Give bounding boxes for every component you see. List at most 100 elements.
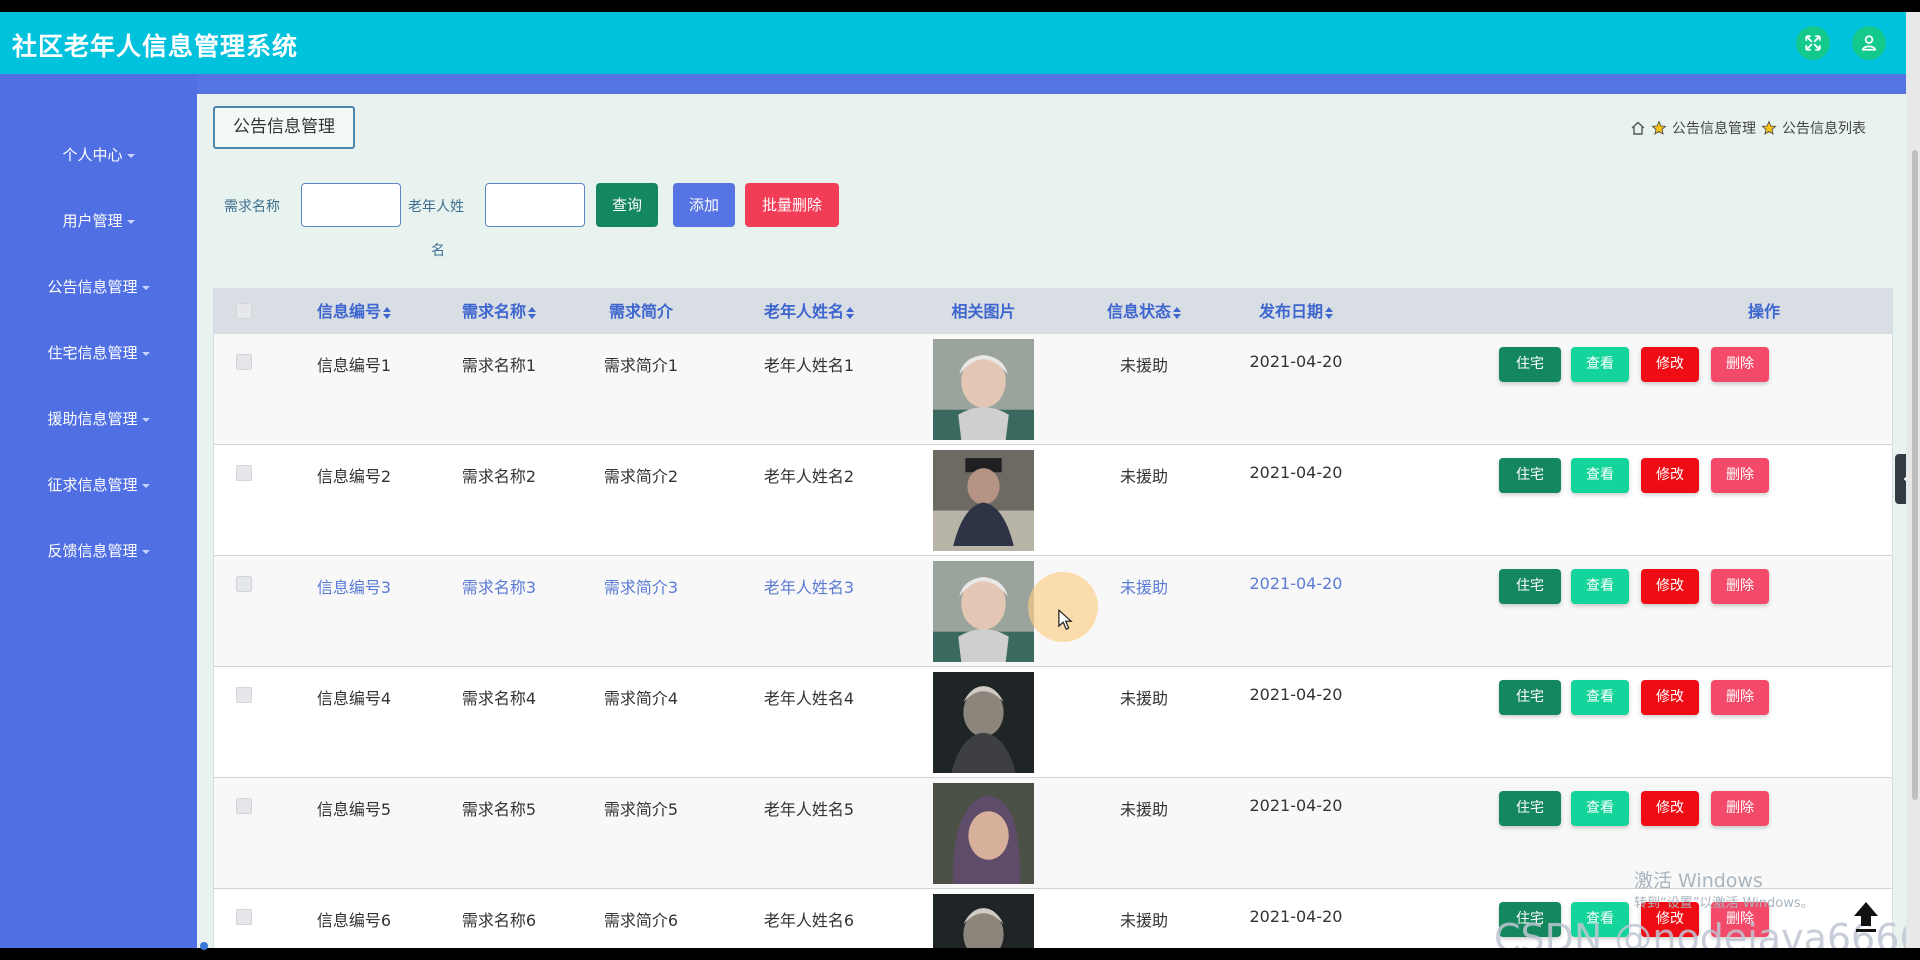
house-button[interactable]: 住宅 [1499, 569, 1561, 604]
cell-intro: 需求简介3 [603, 578, 679, 597]
cell-date: 2021-04-20 [1249, 907, 1343, 926]
row-checkbox[interactable] [236, 687, 252, 703]
cell-status: 未援助 [1119, 356, 1168, 375]
cell-status: 未援助 [1119, 911, 1168, 930]
column-header-label: 发布日期 [1258, 302, 1323, 321]
delete-button[interactable]: 删除 [1711, 680, 1769, 715]
elder-name-input[interactable] [485, 183, 585, 227]
column-header-id[interactable]: 信息编号 [289, 289, 419, 334]
cell-date: 2021-04-20 [1249, 352, 1343, 371]
breadcrumb-item[interactable]: 公告信息管理 [1672, 118, 1756, 138]
house-button[interactable]: 住宅 [1499, 791, 1561, 826]
column-header-elder[interactable]: 老年人姓名 [729, 289, 889, 334]
sort-icon[interactable] [528, 306, 536, 319]
elder-photo[interactable] [933, 672, 1034, 773]
sidebar-item-solicit-management[interactable]: 征求信息管理 [0, 470, 197, 500]
sidebar-item-housing-management[interactable]: 住宅信息管理 [0, 338, 197, 368]
top-bar: 社区老年人信息管理系统 [0, 12, 1906, 74]
sidebar-item-label: 征求信息管理 [47, 476, 138, 494]
cell-name: 需求名称5 [461, 800, 537, 819]
breadcrumb: 公告信息管理 公告信息列表 [1630, 118, 1866, 138]
edit-button[interactable]: 修改 [1641, 791, 1699, 826]
sort-icon[interactable] [846, 306, 854, 319]
column-header-ops: 操作 [1747, 302, 1780, 321]
cell-elder: 老年人姓名4 [763, 689, 855, 708]
scrollbar-thumb[interactable] [1912, 150, 1918, 800]
column-header-label: 信息状态 [1106, 302, 1171, 321]
house-button[interactable]: 住宅 [1499, 680, 1561, 715]
query-button[interactable]: 查询 [596, 183, 658, 227]
activate-windows-title: 激活 Windows [1634, 870, 1763, 892]
column-header-name[interactable]: 需求名称 [434, 289, 564, 334]
home-icon[interactable] [1630, 120, 1646, 136]
cell-date: 2021-04-20 [1249, 685, 1343, 704]
cell-name: 需求名称3 [461, 578, 537, 597]
sort-icon[interactable] [1325, 306, 1333, 319]
cell-name: 需求名称6 [461, 911, 537, 930]
chevron-down-icon [126, 219, 135, 224]
app-window: 社区老年人信息管理系统 个人中心 用户管理 公告信息管理 住宅信息管理 援助信息… [0, 12, 1906, 948]
elder-photo[interactable] [933, 894, 1034, 948]
house-button[interactable]: 住宅 [1499, 458, 1561, 493]
page-title-tag[interactable]: 公告信息管理 [213, 106, 355, 149]
column-header-label: 信息编号 [316, 302, 381, 321]
back-to-top-icon[interactable] [1846, 896, 1886, 936]
cell-intro: 需求简介6 [603, 911, 679, 930]
sidebar-item-personal-center[interactable]: 个人中心 [0, 140, 197, 170]
sidebar-item-user-management[interactable]: 用户管理 [0, 206, 197, 236]
cell-elder: 老年人姓名6 [763, 911, 855, 930]
sort-icon[interactable] [1173, 306, 1181, 319]
delete-button[interactable]: 删除 [1711, 458, 1769, 493]
sidebar: 个人中心 用户管理 公告信息管理 住宅信息管理 援助信息管理 征求信息管理 反馈… [0, 74, 197, 948]
row-checkbox[interactable] [236, 798, 252, 814]
elder-photo[interactable] [933, 450, 1034, 551]
cell-status: 未援助 [1119, 467, 1168, 486]
edit-button[interactable]: 修改 [1641, 680, 1699, 715]
sidebar-item-aid-management[interactable]: 援助信息管理 [0, 404, 197, 434]
edit-button[interactable]: 修改 [1641, 347, 1699, 382]
elder-photo[interactable] [933, 783, 1034, 884]
delete-button[interactable]: 删除 [1711, 569, 1769, 604]
delete-button[interactable]: 删除 [1711, 347, 1769, 382]
edit-button[interactable]: 修改 [1641, 569, 1699, 604]
view-button[interactable]: 查看 [1571, 791, 1629, 826]
row-checkbox[interactable] [236, 354, 252, 370]
edit-button[interactable]: 修改 [1641, 458, 1699, 493]
cell-date: 2021-04-20 [1249, 796, 1343, 815]
csdn-watermark: CSDN @nodejava666666 [1494, 916, 1906, 948]
cell-elder: 老年人姓名2 [763, 467, 855, 486]
elder-photo[interactable] [933, 339, 1034, 440]
add-button[interactable]: 添加 [673, 183, 735, 227]
view-button[interactable]: 查看 [1571, 347, 1629, 382]
view-button[interactable]: 查看 [1571, 680, 1629, 715]
select-all-checkbox[interactable] [236, 303, 252, 319]
column-header-status[interactable]: 信息状态 [1079, 289, 1209, 334]
view-button[interactable]: 查看 [1571, 458, 1629, 493]
row-checkbox[interactable] [236, 576, 252, 592]
row-checkbox[interactable] [236, 909, 252, 925]
cell-intro: 需求简介1 [603, 356, 679, 375]
house-button[interactable]: 住宅 [1499, 347, 1561, 382]
row-checkbox[interactable] [236, 465, 252, 481]
column-header-date[interactable]: 发布日期 [1226, 289, 1366, 334]
cell-id: 信息编号3 [316, 578, 392, 597]
user-icon[interactable] [1852, 26, 1886, 60]
column-header-intro: 需求简介 [608, 302, 673, 321]
elder-photo[interactable] [933, 561, 1034, 662]
cell-id: 信息编号6 [316, 911, 392, 930]
sidebar-item-notice-management[interactable]: 公告信息管理 [0, 272, 197, 302]
cell-elder: 老年人姓名3 [763, 578, 855, 597]
fullscreen-icon[interactable] [1796, 26, 1830, 60]
delete-button[interactable]: 删除 [1711, 791, 1769, 826]
table-row[interactable]: 信息编号2 需求名称2 需求简介2 老年人姓名2 未援助 2021-04-20 … [214, 445, 1892, 556]
demand-name-label: 需求名称 [224, 199, 280, 215]
batch-delete-button[interactable]: 批量删除 [745, 183, 839, 227]
cell-name: 需求名称2 [461, 467, 537, 486]
sidebar-item-feedback-management[interactable]: 反馈信息管理 [0, 536, 197, 566]
table-row[interactable]: 信息编号1 需求名称1 需求简介1 老年人姓名1 未援助 2021-04-20 … [214, 334, 1892, 445]
table-row[interactable]: 信息编号4 需求名称4 需求简介4 老年人姓名4 未援助 2021-04-20 … [214, 667, 1892, 778]
demand-name-input[interactable] [301, 183, 401, 227]
sort-icon[interactable] [383, 306, 391, 319]
view-button[interactable]: 查看 [1571, 569, 1629, 604]
cell-id: 信息编号1 [316, 356, 392, 375]
